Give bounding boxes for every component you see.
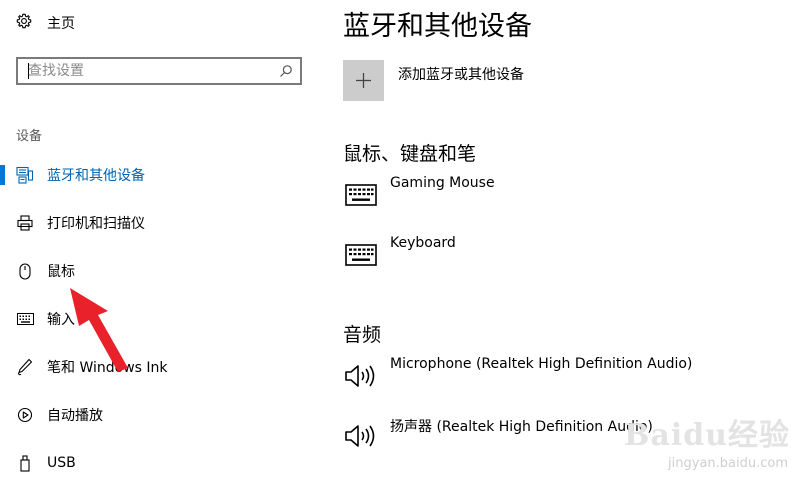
- sidebar-item-autoplay[interactable]: 自动播放: [0, 399, 320, 431]
- sidebar-item-label: 打印机和扫描仪: [47, 216, 145, 232]
- sidebar-item-label: 输入: [47, 312, 75, 328]
- sidebar-item-label: 蓝牙和其他设备: [47, 168, 145, 184]
- sidebar-item-label: USB: [47, 455, 76, 471]
- device-speakers[interactable]: 扬声器 (Realtek High Definition Audio): [343, 418, 653, 454]
- watermark-url: jingyan.baidu.com: [668, 456, 788, 471]
- device-name: Keyboard: [390, 235, 456, 251]
- text-cursor: [28, 63, 29, 79]
- sidebar-item-usb[interactable]: USB: [0, 447, 320, 479]
- keyboard-icon: [343, 177, 379, 213]
- page-title: 蓝牙和其他设备: [343, 11, 532, 42]
- usb-icon: [15, 454, 35, 472]
- section-title-audio: 音频: [343, 324, 382, 346]
- home-label: 主页: [47, 16, 75, 32]
- section-label-devices: 设备: [16, 129, 43, 144]
- sidebar-item-printers[interactable]: 打印机和扫描仪: [0, 207, 320, 239]
- plus-icon: [343, 60, 384, 101]
- sidebar-item-mouse[interactable]: 鼠标: [0, 255, 320, 287]
- pen-icon: [15, 358, 35, 376]
- keyboard-icon: [343, 237, 379, 273]
- sidebar-item-bluetooth[interactable]: 蓝牙和其他设备: [0, 159, 320, 191]
- gear-icon: [16, 13, 32, 33]
- printer-icon: [15, 215, 35, 231]
- sidebar-item-label: 鼠标: [47, 264, 75, 280]
- device-name: Gaming Mouse: [390, 175, 495, 191]
- device-gaming-mouse[interactable]: Gaming Mouse: [343, 175, 495, 213]
- speaker-icon: [343, 358, 379, 394]
- bluetooth-devices-icon: [15, 166, 35, 184]
- home-link[interactable]: 主页: [16, 12, 75, 34]
- device-keyboard[interactable]: Keyboard: [343, 235, 456, 273]
- search-input[interactable]: [18, 59, 272, 83]
- keyboard-icon: [15, 313, 35, 325]
- speaker-icon: [343, 418, 379, 454]
- sidebar-item-label: 笔和 Windows Ink: [47, 360, 168, 376]
- mouse-icon: [15, 262, 35, 280]
- device-name: Microphone (Realtek High Definition Audi…: [390, 356, 693, 372]
- autoplay-icon: [15, 407, 35, 423]
- search-icon[interactable]: [272, 59, 300, 83]
- search-box[interactable]: [16, 57, 302, 85]
- add-device-label: 添加蓝牙或其他设备: [398, 67, 524, 83]
- sidebar-item-label: 自动播放: [47, 408, 103, 424]
- section-title-input-devices: 鼠标、键盘和笔: [343, 143, 477, 165]
- sidebar-item-pen[interactable]: 笔和 Windows Ink: [0, 351, 320, 383]
- sidebar-item-typing[interactable]: 输入: [0, 303, 320, 335]
- device-microphone[interactable]: Microphone (Realtek High Definition Audi…: [343, 356, 693, 394]
- device-name: 扬声器 (Realtek High Definition Audio): [390, 419, 653, 435]
- add-device-button[interactable]: 添加蓝牙或其他设备: [343, 60, 524, 101]
